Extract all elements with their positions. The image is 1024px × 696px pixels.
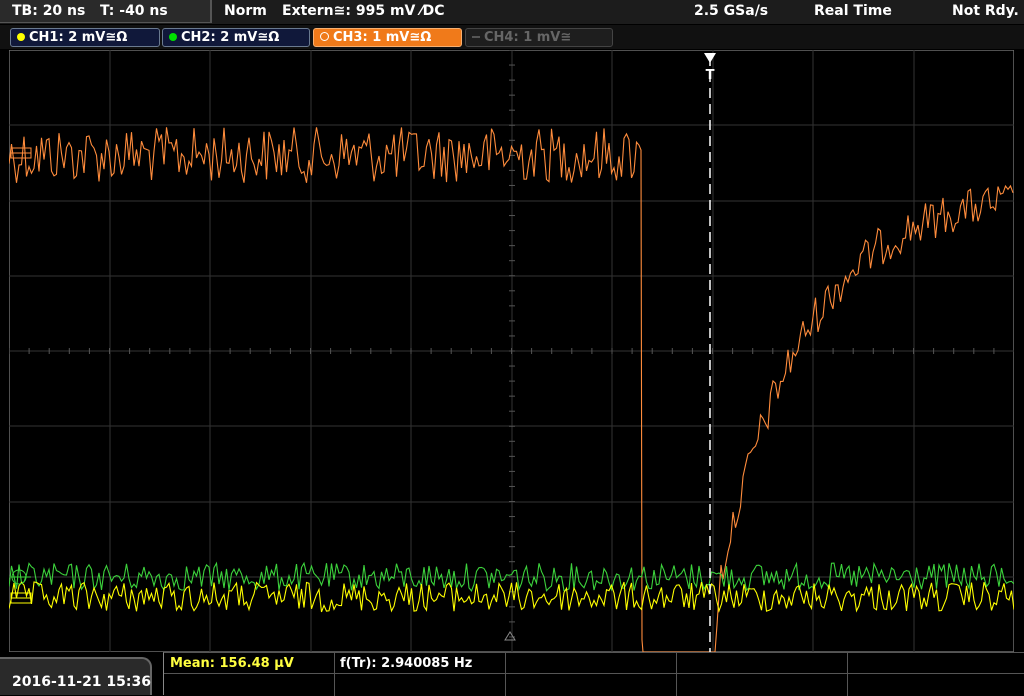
channel-bar: CH1: 2 mV≅Ω CH2: 2 mV≅Ω CH3: 1 mV≅Ω CH4:… [0,25,1024,49]
ch1-label: CH1: 2 mV≅Ω [29,30,128,45]
ch3-label: CH3: 1 mV≅Ω [333,30,432,45]
ch4-indicator-icon [472,35,480,38]
acquisition-mode[interactable]: Real Time [814,3,892,19]
datetime-panel: 2016-11-21 15:36 [0,657,152,695]
ch1-indicator-icon [17,32,25,41]
timebase-panel[interactable]: TB: 20 ns T: -40 ns [0,0,212,23]
channel-tab-ch4[interactable]: CH4: 1 mV≅ [465,28,613,47]
ch3-indicator-icon [320,32,329,41]
ch2-label: CH2: 2 mV≅Ω [181,30,280,45]
trigger-mode[interactable]: Norm [224,3,267,19]
top-status-bar: TB: 20 ns T: -40 ns Norm Extern≅: 995 mV… [0,0,1024,24]
timebase-label[interactable]: TB: 20 ns [12,3,85,19]
measurement-frequency[interactable]: f(Tr): 2.940085 Hz [340,656,472,671]
trigger-source[interactable]: Extern≅: 995 mV ⁄DC [282,3,444,19]
channel-tab-ch3[interactable]: CH3: 1 mV≅Ω [313,28,462,47]
ch4-label: CH4: 1 mV≅ [484,30,572,45]
acquisition-status: Not Rdy. [952,3,1019,19]
channel-tab-ch2[interactable]: CH2: 2 mV≅Ω [162,28,310,47]
datetime-label: 2016-11-21 15:36 [12,674,151,690]
measurement-mean[interactable]: Mean: 156.48 µV [170,656,294,671]
sample-rate[interactable]: 2.5 GSa/s [694,3,768,19]
channel-tab-ch1[interactable]: CH1: 2 mV≅Ω [10,28,160,47]
measurement-table[interactable]: Mean: 156.48 µV f(Tr): 2.940085 Hz [163,652,1024,696]
ch2-indicator-icon [169,32,177,41]
waveform-display[interactable]: T [9,50,1014,652]
trigger-time-label[interactable]: T: -40 ns [100,3,168,19]
trigger-marker-label: T [706,68,715,83]
